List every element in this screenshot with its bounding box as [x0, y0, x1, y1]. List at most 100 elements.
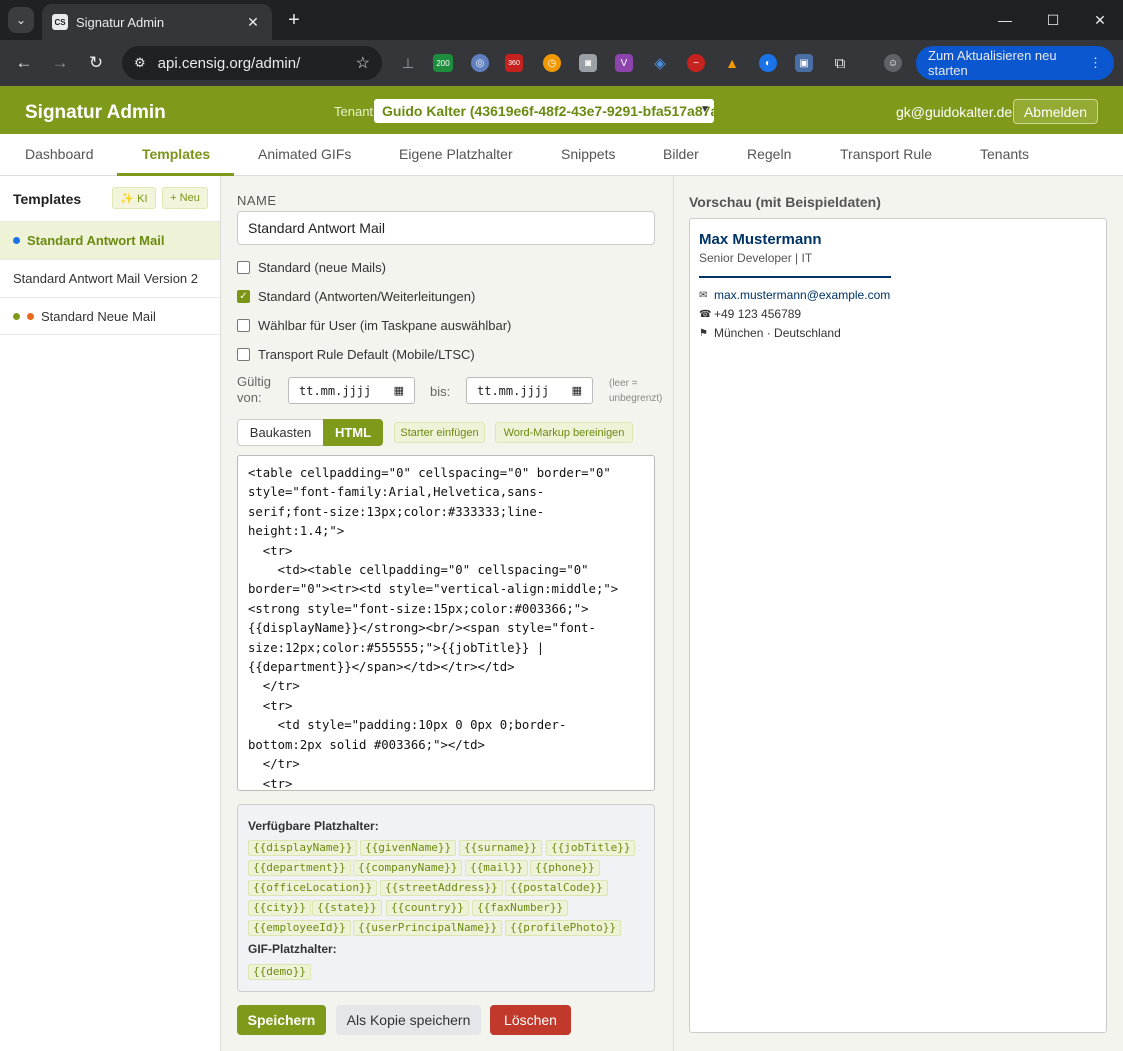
save-button[interactable]: Speichern	[237, 1005, 326, 1035]
tab-regeln[interactable]: Regeln	[747, 146, 791, 162]
clean-word-markup-button[interactable]: Word-Markup bereinigen	[495, 422, 633, 443]
placeholder-chip[interactable]: {{givenName}}	[360, 840, 457, 856]
tab-snippets[interactable]: Snippets	[561, 146, 615, 162]
tab-animated-gifs[interactable]: Animated GIFs	[258, 146, 351, 162]
v-extension-icon[interactable]: V	[615, 54, 633, 72]
placeholder-chip[interactable]: {{streetAddress}}	[380, 880, 503, 896]
browser-tab[interactable]: CS Signatur Admin ✕	[42, 4, 272, 40]
reload-icon[interactable]: ↻	[84, 51, 108, 75]
back-icon[interactable]: ←	[12, 51, 36, 75]
extension-200-icon[interactable]: 200	[433, 54, 453, 72]
date-placeholder: tt.mm.jjjj	[299, 383, 372, 398]
valid-to-date-input[interactable]: tt.mm.jjjj ▦	[466, 377, 593, 404]
template-item[interactable]: Standard Antwort Mail	[0, 221, 220, 259]
checkbox-icon[interactable]	[237, 261, 250, 274]
address-bar[interactable]: ⚙ api.censig.org/admin/ ☆	[122, 46, 382, 80]
tab-tenants[interactable]: Tenants	[980, 146, 1029, 162]
layers-extension-icon[interactable]: ◈	[651, 54, 669, 72]
profile-avatar[interactable]: ☺	[884, 54, 902, 72]
extension-circle-icon[interactable]: ◎	[471, 54, 489, 72]
valid-from-date-input[interactable]: tt.mm.jjjj ▦	[288, 377, 415, 404]
url-text: api.censig.org/admin/	[157, 54, 301, 72]
gif-placeholders-title: GIF-Platzhalter:	[248, 942, 337, 956]
tab-search-icon[interactable]: ⌄	[8, 7, 34, 33]
logout-button[interactable]: Abmelden	[1013, 99, 1098, 124]
date-hint: (leer = unbegrenzt)	[609, 378, 663, 404]
new-tab-icon[interactable]: +	[282, 8, 306, 32]
template-item-label: Standard Antwort Mail Version 2	[13, 271, 198, 286]
preview-location-row: ⚑ München · Deutschland	[699, 326, 841, 340]
gif-placeholder-chip[interactable]: {{demo}}	[248, 964, 311, 980]
camera-extension-icon[interactable]: ◙	[579, 54, 597, 72]
placeholder-chip[interactable]: {{phone}}	[530, 860, 600, 876]
clock-extension-icon[interactable]: ◷	[543, 54, 561, 72]
password-icon[interactable]: ⊥	[399, 54, 417, 72]
checkbox-user-selectable[interactable]: Wählbar für User (im Taskpane auswählbar…	[237, 318, 511, 333]
save-copy-button[interactable]: Als Kopie speichern	[336, 1005, 481, 1035]
update-label: Zum Aktualisieren neu starten	[928, 48, 1057, 78]
valid-from-label: Gültig von:	[237, 374, 271, 405]
checkbox-icon[interactable]	[237, 348, 250, 361]
new-template-button[interactable]: + Neu	[162, 187, 208, 209]
insert-starter-button[interactable]: Starter einfügen	[394, 422, 485, 443]
mode-builder-button[interactable]: Baukasten	[237, 419, 324, 446]
calendar-icon[interactable]: ▦	[572, 384, 582, 397]
more-menu-icon[interactable]: ⋮	[1089, 55, 1102, 71]
block-extension-icon[interactable]: −	[687, 54, 705, 72]
maximize-icon[interactable]: ☐	[1038, 8, 1068, 32]
placeholder-chip[interactable]: {{state}}	[312, 900, 382, 916]
calendar-icon[interactable]: ▦	[394, 384, 404, 397]
placeholder-chip[interactable]: {{faxNumber}}	[472, 900, 569, 916]
update-restart-button[interactable]: Zum Aktualisieren neu starten ⋮	[916, 46, 1114, 80]
tab-templates[interactable]: Templates	[142, 146, 210, 162]
minimize-icon[interactable]: —	[990, 8, 1020, 32]
checkbox-transport-default[interactable]: Transport Rule Default (Mobile/LTSC)	[237, 347, 475, 362]
html-code-editor[interactable]: <table cellpadding="0" cellspacing="0" b…	[237, 455, 655, 791]
tab-dashboard[interactable]: Dashboard	[25, 146, 94, 162]
delete-button[interactable]: Löschen	[490, 1005, 571, 1035]
checkbox-checked-icon[interactable]: ✓	[237, 290, 250, 303]
placeholder-chip[interactable]: {{userPrincipalName}}	[353, 920, 503, 936]
date-placeholder: tt.mm.jjjj	[477, 383, 550, 398]
preview-email[interactable]: max.mustermann@example.com	[714, 288, 890, 302]
template-item[interactable]: Standard Neue Mail	[0, 297, 220, 335]
status-dot-icon	[13, 312, 20, 320]
tab-bilder[interactable]: Bilder	[663, 146, 699, 162]
placeholder-chip[interactable]: {{companyName}}	[353, 860, 463, 876]
placeholder-chip[interactable]: {{city}}	[248, 900, 311, 916]
placeholder-chip[interactable]: {{profilePhoto}}	[505, 920, 621, 936]
placeholder-chip[interactable]: {{surname}}	[459, 840, 542, 856]
template-item[interactable]: Standard Antwort Mail Version 2	[0, 259, 220, 297]
placeholder-chip[interactable]: {{country}}	[386, 900, 469, 916]
mode-html-button[interactable]: HTML	[323, 419, 383, 446]
checkbox-standard-reply[interactable]: ✓ Standard (Antworten/Weiterleitungen)	[237, 289, 475, 304]
sync-extension-icon[interactable]: ◐	[759, 54, 777, 72]
close-tab-icon[interactable]: ✕	[244, 14, 262, 31]
name-input[interactable]: Standard Antwort Mail	[237, 211, 655, 245]
tenant-select[interactable]: Guido Kalter (43619e6f-48f2-43e7-9291-bf…	[374, 99, 714, 123]
checkbox-standard-new[interactable]: Standard (neue Mails)	[237, 260, 386, 275]
extension-badge-2: 360	[508, 59, 520, 67]
tab-eigene-platzhalter[interactable]: Eigene Platzhalter	[399, 146, 513, 162]
checkbox-icon[interactable]	[237, 319, 250, 332]
placeholder-chip[interactable]: {{employeeId}}	[248, 920, 351, 936]
template-item-label: Standard Antwort Mail	[27, 233, 165, 248]
site-info-icon[interactable]: ⚙	[134, 55, 146, 71]
ki-button[interactable]: ✨ KI	[112, 187, 156, 209]
placeholder-chip[interactable]: {{department}}	[248, 860, 351, 876]
window-close-icon[interactable]: ✕	[1085, 8, 1115, 32]
screen-extension-icon[interactable]: ▣	[795, 54, 813, 72]
tab-transport-rule[interactable]: Transport Rule	[840, 146, 932, 162]
placeholder-chip[interactable]: {{displayName}}	[248, 840, 358, 856]
forward-icon[interactable]: →	[48, 51, 72, 75]
placeholder-chip[interactable]: {{officeLocation}}	[248, 880, 378, 896]
placeholder-chip[interactable]: {{mail}}	[465, 860, 528, 876]
placeholder-chip[interactable]: {{jobTitle}}	[546, 840, 636, 856]
flag-icon: ⚑	[699, 327, 708, 339]
placeholder-chip[interactable]: {{postalCode}}	[505, 880, 608, 896]
bookmark-star-icon[interactable]: ☆	[356, 53, 370, 73]
puzzle-icon[interactable]: ⧉	[831, 54, 849, 72]
placeholders-title: Verfügbare Platzhalter:	[248, 819, 379, 833]
extension-360-icon[interactable]: 360	[505, 54, 523, 72]
rocket-extension-icon[interactable]: ▲	[723, 54, 741, 72]
